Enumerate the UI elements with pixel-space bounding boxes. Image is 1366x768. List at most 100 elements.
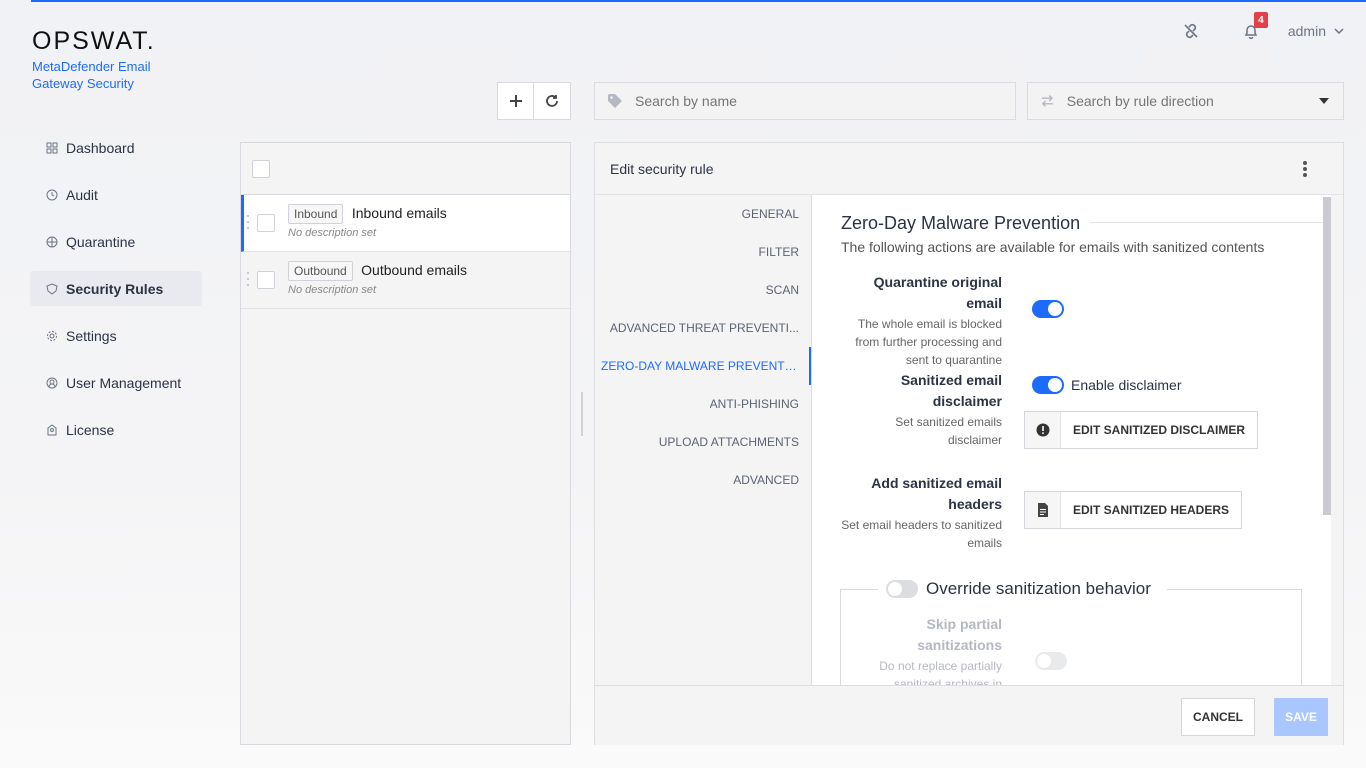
tab-content: Zero-Day Malware Prevention The followin… [811, 195, 1331, 685]
content-scrollbar[interactable] [1323, 197, 1331, 515]
panel-splitter[interactable] [581, 392, 583, 436]
edit-panel-header: Edit security rule [595, 143, 1343, 195]
rule-toolbar [497, 82, 571, 120]
tab-zero-day-malware-prevention[interactable]: ZERO-DAY MALWARE PREVENTI... [595, 347, 811, 385]
rule-row-inbound[interactable]: Inbound Inbound emails No description se… [241, 195, 570, 252]
top-right-controls: 4 admin [1178, 12, 1344, 44]
document-icon [1025, 492, 1061, 528]
search-by-direction[interactable] [1027, 82, 1344, 120]
sidebar-item-label: Audit [66, 186, 98, 203]
rule-checkbox[interactable] [257, 214, 275, 232]
rule-direction-tag: Outbound [288, 261, 353, 281]
sidebar-item-security-rules[interactable]: Security Rules [30, 271, 202, 306]
skip-partial-toggle[interactable] [1035, 652, 1067, 670]
sidebar-item-quarantine[interactable]: Quarantine [30, 224, 202, 259]
sidebar-item-label: Security Rules [66, 280, 164, 297]
edit-panel-title: Edit security rule [610, 160, 714, 177]
cancel-button[interactable]: CANCEL [1181, 698, 1255, 736]
tab-upload-attachments[interactable]: UPLOAD ATTACHMENTS [595, 423, 811, 461]
option-description: The whole email is blocked from further … [855, 317, 1002, 367]
rule-list-header [241, 143, 570, 195]
override-legend: Override sanitization behavior [878, 579, 1167, 599]
option-title: Sanitized email disclaimer [900, 372, 1002, 409]
add-rule-button[interactable] [497, 82, 534, 120]
unlink-icon[interactable] [1178, 18, 1204, 44]
search-name-input[interactable] [635, 93, 935, 109]
drag-handle-icon[interactable] [247, 272, 251, 286]
tab-anti-phishing[interactable]: ANTI-PHISHING [595, 385, 811, 423]
sidebar-item-dashboard[interactable]: Dashboard [30, 130, 202, 165]
quarantine-toggle[interactable] [1032, 300, 1064, 318]
quarantine-icon [46, 236, 58, 248]
user-menu[interactable]: admin [1288, 23, 1344, 39]
sidebar-item-audit[interactable]: Audit [30, 177, 202, 212]
quarantine-option: Quarantine original email The whole emai… [841, 272, 1002, 369]
edit-panel-footer: CANCEL SAVE [595, 685, 1343, 745]
sidebar-nav: Dashboard Audit Quarantine Security Rule… [30, 130, 202, 459]
section-subtitle: The following actions are available for … [841, 239, 1265, 255]
rule-list: Inbound Inbound emails No description se… [240, 142, 571, 745]
drag-handle-icon[interactable] [247, 215, 251, 229]
alert-icon [1025, 412, 1061, 448]
skip-partial-option: Skip partial sanitizations Do not replac… [841, 614, 1002, 685]
option-title: Skip partial sanitizations [917, 616, 1002, 653]
tab-general[interactable]: GENERAL [595, 195, 811, 233]
override-label: Override sanitization behavior [926, 579, 1151, 598]
edit-disclaimer-button[interactable]: EDIT SANITIZED DISCLAIMER [1024, 411, 1259, 449]
logo-wordmark: OPSWAT. [32, 27, 156, 55]
sidebar-item-license[interactable]: License [30, 412, 202, 447]
notification-bell-icon[interactable]: 4 [1238, 12, 1268, 44]
select-all-checkbox[interactable] [252, 159, 270, 178]
plus-icon [509, 95, 522, 107]
rule-checkbox[interactable] [257, 271, 275, 289]
rule-row-outbound[interactable]: Outbound Outbound emails No description … [241, 252, 570, 309]
user-name: admin [1287, 23, 1326, 39]
option-description: Set email headers to sanitized emails [841, 518, 1002, 550]
license-icon [46, 423, 58, 436]
sidebar-item-user-management[interactable]: User Management [30, 365, 202, 400]
edit-headers-button[interactable]: EDIT SANITIZED HEADERS [1024, 491, 1243, 529]
rule-description: No description set [288, 284, 377, 296]
search-direction-input[interactable] [1066, 93, 1343, 109]
option-description: Set sanitized emails disclaimer [895, 415, 1002, 447]
tab-filter[interactable]: FILTER [595, 233, 811, 271]
sidebar-item-label: Dashboard [66, 139, 135, 156]
sidebar-item-label: User Management [66, 374, 182, 391]
tab-advanced-threat-prevention[interactable]: ADVANCED THREAT PREVENTI... [595, 309, 811, 347]
rule-name: Outbound emails [361, 262, 468, 278]
user-icon [46, 377, 58, 389]
option-title: Quarantine original email [873, 274, 1002, 311]
override-toggle[interactable] [886, 580, 918, 598]
section-title: Zero-Day Malware Prevention [841, 213, 1081, 233]
chevron-down-icon [1334, 28, 1344, 34]
sidebar-item-label: Settings [66, 327, 117, 344]
rule-name: Inbound emails [351, 205, 447, 221]
search-by-name[interactable] [594, 82, 1016, 120]
sidebar-item-label: License [66, 421, 115, 438]
product-name: MetaDefender Email Gateway Security [32, 59, 151, 91]
more-options-icon[interactable] [1303, 161, 1307, 177]
disclaimer-toggle[interactable] [1032, 376, 1064, 394]
tab-scan[interactable]: SCAN [595, 271, 811, 309]
sidebar-item-label: Quarantine [66, 233, 136, 250]
gear-icon [46, 330, 58, 342]
save-button[interactable]: SAVE [1274, 698, 1328, 736]
option-title: Add sanitized email headers [871, 475, 1002, 512]
rule-tabs: GENERAL FILTER SCAN ADVANCED THREAT PREV… [595, 195, 811, 685]
tag-icon [608, 94, 622, 108]
headers-option: Add sanitized email headers Set email he… [841, 473, 1002, 552]
logo: OPSWAT. MetaDefender Email Gateway Secur… [32, 28, 172, 92]
refresh-icon [546, 95, 558, 107]
notification-count-badge: 4 [1253, 12, 1268, 28]
refresh-button[interactable] [534, 82, 571, 120]
enable-disclaimer-label: Enable disclaimer [1071, 377, 1182, 393]
swap-icon [1041, 94, 1053, 108]
tab-advanced[interactable]: ADVANCED [595, 461, 811, 499]
audit-icon [46, 189, 58, 201]
top-accent-line [31, 0, 1366, 2]
section-divider [1090, 222, 1330, 223]
sidebar-item-settings[interactable]: Settings [30, 318, 202, 353]
caret-down-icon [1319, 98, 1329, 104]
shield-icon [46, 282, 58, 295]
option-description: Do not replace partially sanitized archi… [879, 659, 1002, 685]
